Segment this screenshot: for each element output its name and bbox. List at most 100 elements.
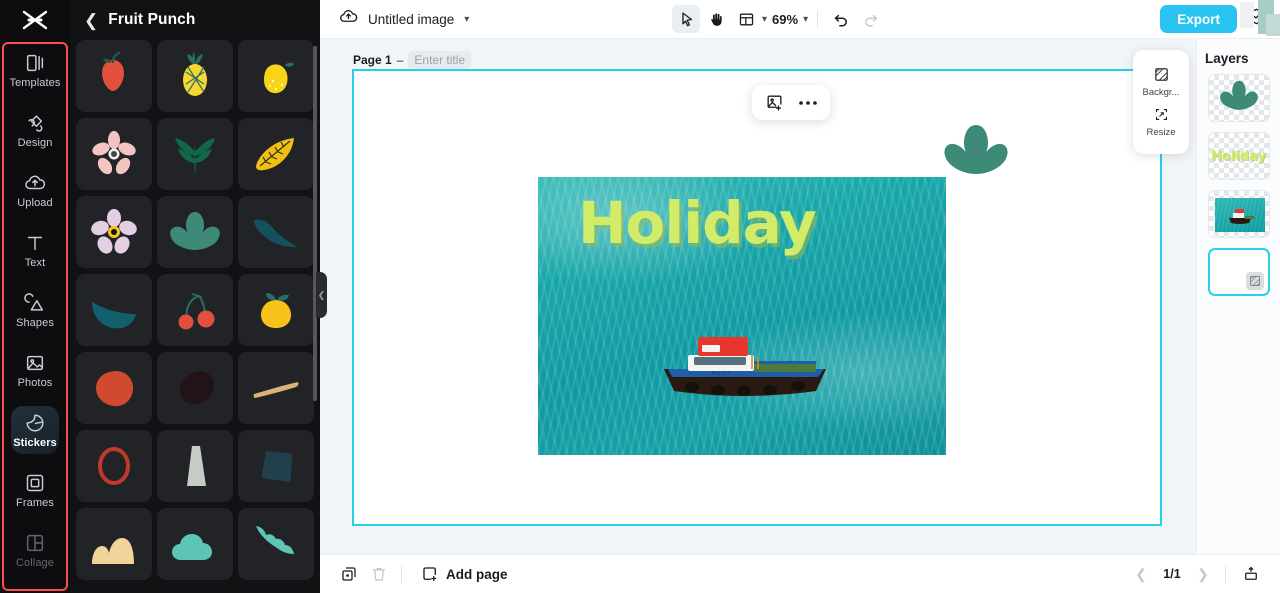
doc-title-group: Untitled image ▾ xyxy=(320,7,469,31)
teal-bowl-sticker[interactable] xyxy=(76,274,152,346)
rail-item-templates[interactable]: Templates xyxy=(0,40,70,100)
rail-item-shapes[interactable]: Shapes xyxy=(0,280,70,340)
yellow-leaf-sticker[interactable] xyxy=(238,118,314,190)
duplicate-page-button[interactable] xyxy=(334,560,364,588)
red-blob-sticker-glyph xyxy=(86,362,142,414)
rail-item-text[interactable]: Text xyxy=(0,220,70,280)
page-count-label: 1/1 xyxy=(1159,567,1185,581)
present-icon xyxy=(1242,565,1260,583)
red-ring-sticker[interactable] xyxy=(76,430,152,502)
layers-panel: Layers Holiday xyxy=(1196,39,1280,554)
more-options-button[interactable] xyxy=(795,90,821,116)
page-title-input[interactable]: Enter title xyxy=(408,51,471,69)
lilac-flower-sticker-glyph xyxy=(86,206,142,258)
layer-boat-photo[interactable] xyxy=(1208,190,1270,238)
shapes-icon xyxy=(24,292,46,314)
app-logo[interactable] xyxy=(0,0,70,40)
text-icon xyxy=(24,232,46,254)
text-icon xyxy=(24,232,46,254)
layout-chevron-down-icon[interactable]: ▾ xyxy=(762,14,767,25)
ellipsis-icon xyxy=(798,100,818,106)
capcut-logo-icon xyxy=(22,10,48,30)
layer-holiday-text[interactable]: Holiday xyxy=(1208,132,1270,180)
user-avatar-partial[interactable] xyxy=(1240,0,1280,39)
design-icon xyxy=(24,112,46,134)
rail-item-stickers[interactable]: Stickers xyxy=(0,400,70,460)
chevron-down-icon[interactable]: ▾ xyxy=(464,14,469,25)
pink-flower-sticker[interactable] xyxy=(76,118,152,190)
rail-item-design[interactable]: Design xyxy=(0,100,70,160)
present-button[interactable] xyxy=(1236,560,1266,588)
cherries-sticker-glyph xyxy=(167,284,223,336)
green-bush-sticker[interactable] xyxy=(157,196,233,268)
export-button[interactable]: Export xyxy=(1160,5,1237,33)
sand-hill-sticker[interactable] xyxy=(76,508,152,580)
rail-item-label: Upload xyxy=(17,197,52,209)
background-icon xyxy=(1249,275,1261,287)
layer-bush-glyph xyxy=(1209,75,1269,121)
rail-item-frames[interactable]: Frames xyxy=(0,460,70,520)
fern-leaf-sticker[interactable] xyxy=(157,118,233,190)
wheat-stick-sticker[interactable] xyxy=(238,352,314,424)
artwork-photo[interactable]: PILOT Holiday xyxy=(538,177,946,455)
select-tool-button[interactable] xyxy=(672,5,700,33)
rail-item-upload[interactable]: Upload xyxy=(0,160,70,220)
panel-scrollbar-thumb[interactable] xyxy=(313,46,317,401)
layer-text-preview: Holiday xyxy=(1209,133,1269,179)
grey-cone-sticker[interactable] xyxy=(157,430,233,502)
document-title[interactable]: Untitled image xyxy=(368,12,454,27)
navy-patch-sticker[interactable] xyxy=(238,430,314,502)
canvas-side-toolbar: Backgr... Resize xyxy=(1133,50,1189,154)
rail-item-collage[interactable]: Collage xyxy=(0,520,70,580)
rail-item-photos[interactable]: Photos xyxy=(0,340,70,400)
apple-sticker[interactable] xyxy=(76,40,152,112)
teal-cloud-sticker[interactable] xyxy=(157,508,233,580)
bottombar-left-group: Add page xyxy=(320,560,508,588)
shapes-icon xyxy=(24,292,46,314)
add-page-button[interactable]: Add page xyxy=(421,565,508,583)
delete-page-button[interactable] xyxy=(364,560,394,588)
pineapple-sticker[interactable] xyxy=(157,40,233,112)
resize-button[interactable]: Resize xyxy=(1135,106,1187,138)
design-icon xyxy=(24,112,46,134)
rail-item-label: Templates xyxy=(9,77,60,89)
orange-sticker[interactable] xyxy=(238,274,314,346)
upload-icon xyxy=(24,172,46,194)
red-blob-sticker[interactable] xyxy=(76,352,152,424)
layer-background[interactable] xyxy=(1208,248,1270,296)
stickers-panel: ❮ Fruit Punch xyxy=(70,0,320,593)
duplicate-page-icon xyxy=(340,565,358,583)
cherries-sticker[interactable] xyxy=(157,274,233,346)
lemon-sticker[interactable] xyxy=(238,40,314,112)
lilac-flower-sticker[interactable] xyxy=(76,196,152,268)
page-canvas[interactable]: PILOT Holiday xyxy=(352,69,1162,526)
dark-heart-sticker[interactable] xyxy=(157,352,233,424)
dark-leaf-sticker[interactable] xyxy=(238,196,314,268)
replace-image-button[interactable] xyxy=(762,90,788,116)
rail-item-label: Frames xyxy=(16,497,54,509)
next-page-button[interactable]: ❯ xyxy=(1191,562,1215,586)
artwork-headline[interactable]: Holiday xyxy=(578,189,816,257)
fern-leaf-sticker-glyph xyxy=(167,128,223,180)
bottombar-right-divider xyxy=(1225,565,1226,583)
canvas-tools-group: ▾ 69% ▾ xyxy=(672,5,885,33)
resize-icon xyxy=(1153,106,1170,123)
hand-tool-button[interactable] xyxy=(702,5,730,33)
green-bush-sticker[interactable] xyxy=(935,123,1017,179)
layers-list: Holiday xyxy=(1197,74,1280,296)
layer-bush-sticker[interactable] xyxy=(1208,74,1270,122)
prev-page-button[interactable]: ❮ xyxy=(1129,562,1153,586)
zoom-chevron-down-icon[interactable]: ▾ xyxy=(803,14,808,25)
layout-tool-button[interactable] xyxy=(732,5,760,33)
panel-collapse-handle[interactable]: ❮ xyxy=(316,272,327,318)
teal-cloud-sticker-glyph xyxy=(167,518,223,570)
undo-button[interactable] xyxy=(827,5,855,33)
panel-back-button[interactable]: ❮ xyxy=(84,12,98,29)
teal-frond-sticker[interactable] xyxy=(238,508,314,580)
canvas-workspace[interactable]: Page 1 – Enter title PILOT xyxy=(320,39,1280,554)
redo-button[interactable] xyxy=(857,5,885,33)
background-button[interactable]: Backgr... xyxy=(1135,66,1187,98)
templates-icon xyxy=(24,52,46,74)
collage-icon xyxy=(24,532,46,554)
layer-background-badge xyxy=(1246,272,1264,290)
